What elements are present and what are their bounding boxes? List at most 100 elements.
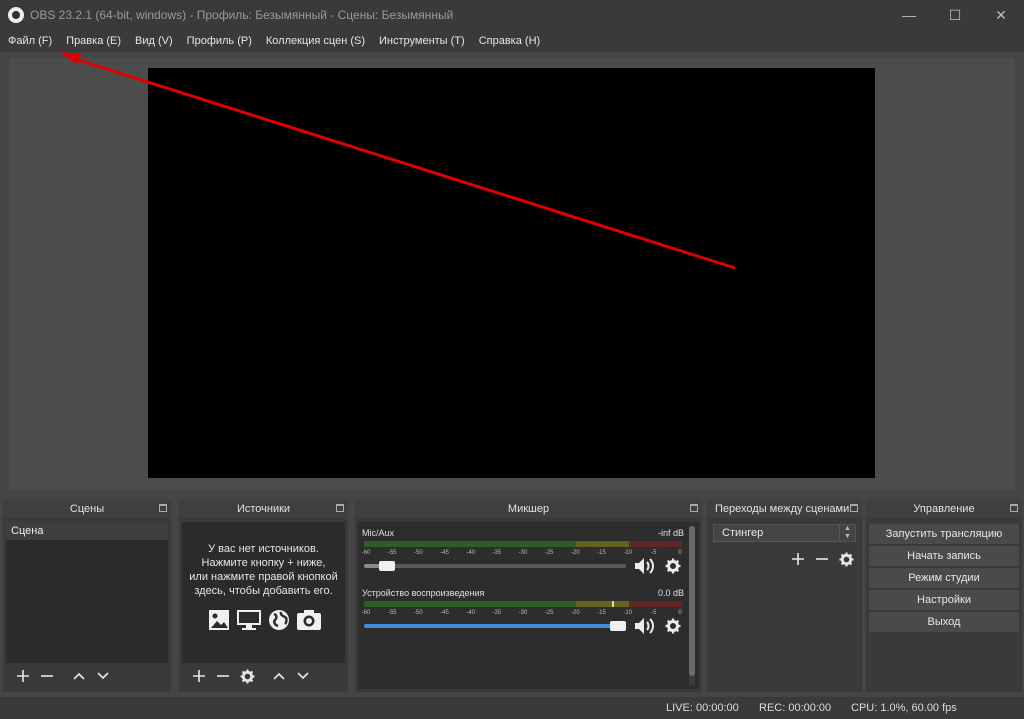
sources-empty-hint: У вас нет источников. Нажмите кнопку + н… bbox=[182, 542, 345, 598]
meter-zone bbox=[364, 604, 577, 607]
menu-profile[interactable]: Профиль (P) bbox=[182, 35, 257, 47]
track-db-readout: 0.0 dB bbox=[657, 588, 684, 598]
settings-button[interactable]: Настройки bbox=[869, 590, 1019, 610]
plus-icon bbox=[792, 553, 804, 565]
window-controls: — ☐ ✕ bbox=[886, 0, 1024, 30]
add-transition-button[interactable] bbox=[787, 548, 809, 570]
scenes-toolbar bbox=[6, 663, 168, 689]
track-db-readout: -inf dB bbox=[657, 528, 684, 538]
mixer-scrollbar[interactable] bbox=[689, 526, 695, 685]
float-dock-icon[interactable] bbox=[850, 504, 858, 512]
mixer-dock: Микшер Mic/Aux -inf dB -60 -55 -50 -45 -40 -3… bbox=[355, 500, 702, 692]
transition-properties-button[interactable] bbox=[835, 548, 857, 570]
preview-canvas[interactable] bbox=[148, 68, 875, 478]
title-bar: OBS 23.2.1 (64-bit, windows) - Профиль: … bbox=[0, 0, 1024, 30]
mixer-title: Микшер bbox=[507, 503, 550, 515]
track-settings-button[interactable] bbox=[664, 558, 682, 576]
status-bar: LIVE: 00:00:00 REC: 00:00:00 CPU: 1.0%, … bbox=[0, 697, 1024, 719]
hint-line: Нажмите кнопку + ниже, bbox=[201, 557, 326, 569]
menu-bar: Файл (F) Правка (E) Вид (V) Профиль (P) … bbox=[0, 30, 1024, 52]
gear-icon bbox=[665, 558, 681, 574]
add-source-button[interactable] bbox=[188, 665, 210, 687]
move-scene-down-button[interactable] bbox=[92, 665, 114, 687]
mute-speaker-icon[interactable] bbox=[634, 556, 656, 576]
spin-arrows-icon[interactable]: ▲ ▼ bbox=[839, 525, 855, 541]
volume-meter bbox=[364, 541, 682, 547]
peak-indicator bbox=[612, 601, 615, 607]
chevron-down-icon bbox=[97, 672, 109, 680]
transitions-dock: Переходы между сценами Стингер ▲ ▼ bbox=[707, 500, 862, 692]
start-recording-button[interactable]: Начать запись bbox=[869, 546, 1019, 566]
start-streaming-button[interactable]: Запустить трансляцию bbox=[869, 524, 1019, 544]
hint-line: здесь, чтобы добавить его. bbox=[194, 585, 333, 597]
gear-icon bbox=[838, 551, 854, 567]
obs-logo-icon bbox=[8, 7, 24, 23]
scrollbar-thumb[interactable] bbox=[689, 526, 695, 676]
move-source-down-button[interactable] bbox=[292, 665, 314, 687]
track-name: Mic/Aux bbox=[362, 528, 395, 538]
scenes-body: Сцена bbox=[6, 522, 168, 689]
cpu-fps-readout: CPU: 1.0%, 60.00 fps bbox=[851, 702, 957, 714]
scale-tick-label: -55 bbox=[387, 550, 397, 556]
add-scene-button[interactable] bbox=[12, 665, 34, 687]
scale-tick-label: -55 bbox=[387, 610, 397, 616]
scale-tick-label: -30 bbox=[518, 610, 528, 616]
scale-tick-label: -50 bbox=[413, 610, 423, 616]
volume-slider[interactable] bbox=[364, 621, 626, 631]
menu-scene-collection[interactable]: Коллекция сцен (S) bbox=[261, 35, 370, 47]
gear-icon bbox=[239, 668, 255, 684]
transitions-body: Стингер ▲ ▼ bbox=[707, 518, 862, 692]
scene-item[interactable]: Сцена bbox=[6, 522, 168, 540]
move-scene-up-button[interactable] bbox=[68, 665, 90, 687]
mute-speaker-icon[interactable] bbox=[634, 616, 656, 636]
scale-tick-label: -60 bbox=[361, 550, 371, 556]
move-source-up-button[interactable] bbox=[268, 665, 290, 687]
controls-title: Управление bbox=[913, 503, 975, 515]
browser-icon bbox=[266, 608, 292, 632]
float-dock-icon[interactable] bbox=[336, 504, 344, 512]
transition-select[interactable]: Стингер ▲ ▼ bbox=[713, 524, 856, 542]
float-dock-icon[interactable] bbox=[690, 504, 698, 512]
slider-handle[interactable] bbox=[610, 621, 626, 631]
hint-line: У вас нет источников. bbox=[208, 543, 319, 555]
track-settings-button[interactable] bbox=[664, 618, 682, 636]
minimize-button[interactable]: — bbox=[886, 0, 932, 30]
menu-edit[interactable]: Правка (E) bbox=[61, 35, 126, 47]
close-button[interactable]: ✕ bbox=[978, 0, 1024, 30]
source-properties-button[interactable] bbox=[236, 665, 258, 687]
volume-meter bbox=[364, 601, 682, 607]
scene-list[interactable]: Сцена bbox=[6, 522, 168, 663]
maximize-button[interactable]: ☐ bbox=[932, 0, 978, 30]
scale-tick-label: 0 bbox=[678, 610, 682, 616]
menu-tools[interactable]: Инструменты (T) bbox=[374, 35, 470, 47]
meter-zone bbox=[576, 604, 629, 607]
meter-zone bbox=[576, 544, 629, 547]
sources-body[interactable]: У вас нет источников. Нажмите кнопку + н… bbox=[182, 522, 345, 689]
minus-icon bbox=[217, 675, 229, 677]
scale-tick-label: -50 bbox=[413, 550, 423, 556]
remove-transition-button[interactable] bbox=[811, 548, 833, 570]
scale-tick-label: -10 bbox=[623, 610, 632, 616]
remove-scene-button[interactable] bbox=[36, 665, 58, 687]
studio-mode-button[interactable]: Режим студии bbox=[869, 568, 1019, 588]
scale-tick-label: -25 bbox=[544, 610, 554, 616]
float-dock-icon[interactable] bbox=[1010, 504, 1018, 512]
exit-button[interactable]: Выход bbox=[869, 612, 1019, 632]
scale-tick-label: -20 bbox=[570, 550, 580, 556]
menu-view[interactable]: Вид (V) bbox=[130, 35, 178, 47]
scale-tick-label: -45 bbox=[440, 550, 449, 556]
menu-help[interactable]: Справка (H) bbox=[474, 35, 545, 47]
track-name: Устройство воспроизведения bbox=[362, 588, 485, 598]
slider-handle[interactable] bbox=[378, 561, 395, 571]
window-title: OBS 23.2.1 (64-bit, windows) - Профиль: … bbox=[30, 8, 454, 22]
scale-tick-label: -15 bbox=[597, 550, 606, 556]
float-dock-icon[interactable] bbox=[159, 504, 167, 512]
controls-dock: Управление Запустить трансляцию Начать з… bbox=[866, 500, 1022, 692]
volume-slider[interactable] bbox=[364, 561, 626, 571]
menu-file[interactable]: Файл (F) bbox=[3, 35, 57, 47]
scale-tick-label: -40 bbox=[466, 610, 475, 616]
sources-title: Источники bbox=[236, 503, 291, 515]
remove-source-button[interactable] bbox=[212, 665, 234, 687]
transition-selected-value: Стингер bbox=[722, 527, 764, 539]
plus-icon bbox=[193, 670, 205, 682]
